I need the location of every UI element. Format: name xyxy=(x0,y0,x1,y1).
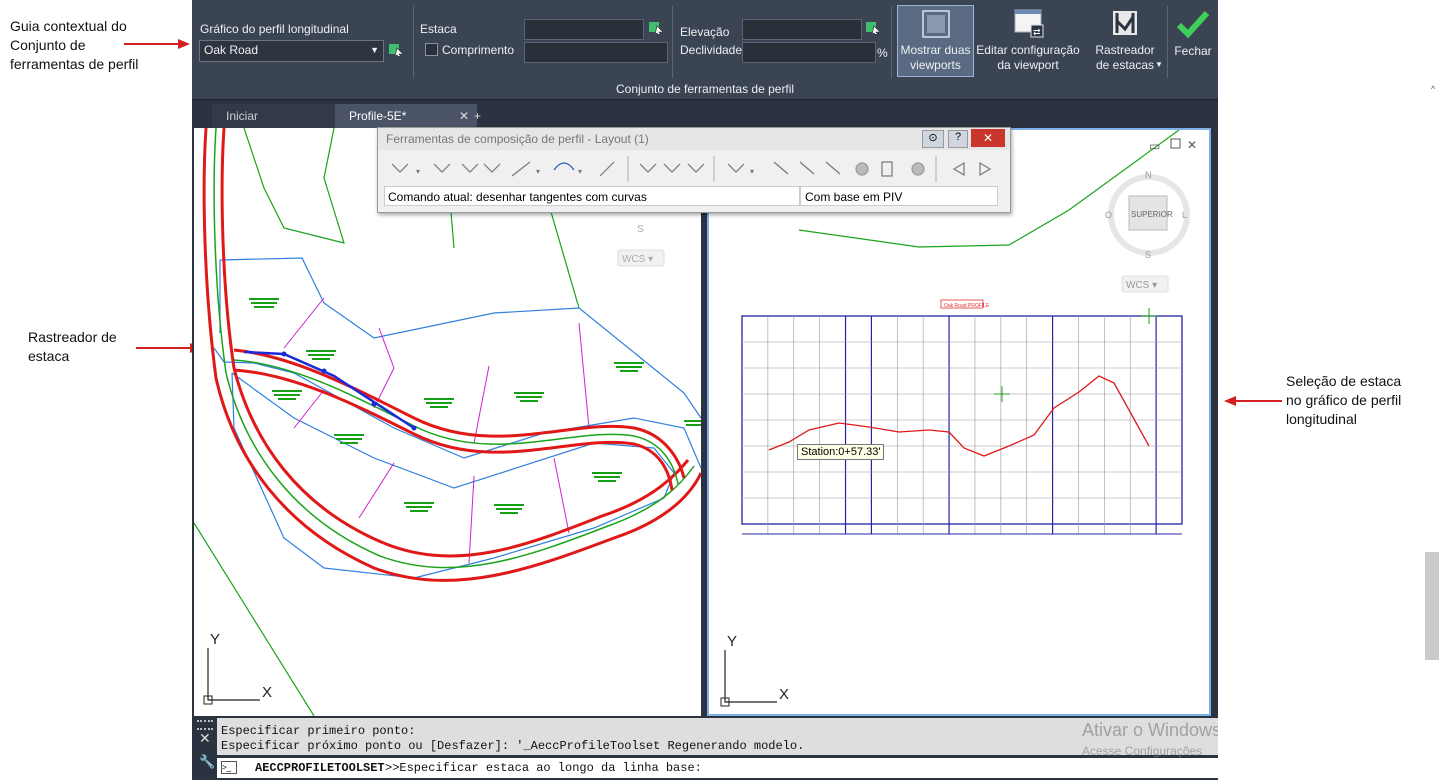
checkmark-icon xyxy=(1176,10,1210,39)
station-input[interactable] xyxy=(524,19,644,40)
chevron-down-icon: ▼ xyxy=(1155,60,1163,69)
station-tooltip: Station:0+57.33' xyxy=(797,444,885,460)
viewcube-s: S xyxy=(1145,250,1151,260)
annotation-station-selection: Seleção de estaca no gráfico de perfil l… xyxy=(1286,373,1402,427)
command-history-line-1: Especificar primeiro ponto: xyxy=(221,724,416,738)
wrench-icon[interactable]: 🔧 xyxy=(199,754,215,770)
viewcube-top: SUPERIOR xyxy=(1131,210,1173,219)
civil3d-window: Gráfico do perfil longitudinal Oak Road … xyxy=(192,0,1218,780)
elevation-label: Elevação xyxy=(680,25,730,39)
profile-grid xyxy=(741,315,1183,535)
ribbon-panel-title: Conjunto de ferramentas de perfil xyxy=(616,82,795,96)
ribbon-separator xyxy=(1167,6,1168,78)
close-toolset-button[interactable]: Fechar xyxy=(1170,5,1216,75)
ribbon-separator xyxy=(413,6,414,78)
profile-layout-tools-window[interactable]: Ferramentas de composição de perfil - La… xyxy=(377,127,1011,213)
profile-viewport[interactable]: ▭ ✕ SUPERIOR N S L O WCS ▾ Oak Road PROF… xyxy=(707,128,1211,716)
percent-label: % xyxy=(877,46,888,60)
svg-text:WCS ▾: WCS ▾ xyxy=(622,254,653,265)
ucs-x-label: X xyxy=(262,684,272,701)
close-cmd-icon[interactable]: ✕ xyxy=(199,730,211,747)
grade-label: Declividade xyxy=(680,43,743,57)
select-profile-icon[interactable] xyxy=(388,42,402,56)
command-prompt: >>Especificar estaca ao longo da linha b… xyxy=(385,761,702,775)
show-two-viewports-button[interactable]: Mostrar duas viewports xyxy=(897,5,974,77)
station-label: Estaca xyxy=(420,22,457,36)
pick-station-icon[interactable] xyxy=(648,20,662,34)
profile-title: Oak Road PROFILE xyxy=(944,303,990,309)
elevation-input[interactable] xyxy=(742,19,862,40)
activate-windows-sub: Acesse Configurações xyxy=(1082,744,1203,758)
command-input[interactable]: >_ AECCPROFILETOOLSET >>Especificar esta… xyxy=(217,758,1218,778)
ribbon-separator xyxy=(891,6,892,78)
minimize-icon: ▭ xyxy=(1149,139,1160,153)
mode-field[interactable]: Com base em PIV xyxy=(800,186,998,206)
ucs-y-label: Y xyxy=(210,631,220,648)
viewport-config-icon: ⇄ xyxy=(1014,9,1044,38)
length-input[interactable] xyxy=(524,42,668,63)
svg-text:X: X xyxy=(779,686,789,703)
toolbar-icons-row: ▾ ▾ ▾ ▾ xyxy=(391,156,992,182)
viewcube-n: N xyxy=(1145,170,1152,180)
file-tabs: Iniciar Profile-5E* ✕ + xyxy=(192,100,1218,128)
close-window-icon[interactable]: ✕ xyxy=(971,129,1005,147)
new-tab-icon[interactable]: + xyxy=(468,104,496,128)
tab-label: Iniciar xyxy=(226,109,259,123)
edit-viewport-config-button[interactable]: ⇄ Editar configuração da viewport xyxy=(974,5,1082,75)
tab-profile-5e[interactable]: Profile-5E* ✕ xyxy=(335,104,477,128)
page-scrollbar[interactable]: ^ xyxy=(1424,0,1440,780)
command-history: Especificar primeiro ponto: Especificar … xyxy=(217,718,1218,755)
show-two-viewports-label: Mostrar duas viewports xyxy=(900,43,971,72)
plan-drawing: WCS ▾ S Y X xyxy=(194,128,701,716)
pick-elevation-icon[interactable] xyxy=(865,20,879,34)
edit-viewport-config-label: Editar configuração da viewport xyxy=(976,43,1080,72)
ribbon-separator xyxy=(672,6,673,78)
svg-text:▾: ▾ xyxy=(416,167,420,176)
scrollbar-thumb[interactable] xyxy=(1425,552,1439,660)
grade-input[interactable] xyxy=(742,42,876,63)
pin-icon[interactable]: ⊙ xyxy=(922,130,944,148)
length-label: Comprimento xyxy=(442,43,515,57)
svg-text:⇄: ⇄ xyxy=(1033,27,1041,37)
close-icon: ✕ xyxy=(1187,138,1197,152)
profile-drawing: ▭ ✕ SUPERIOR N S L O WCS ▾ Oak Road PROF… xyxy=(720,130,1197,707)
tab-iniciar[interactable]: Iniciar xyxy=(212,104,344,128)
tab-label: Profile-5E* xyxy=(349,109,407,123)
command-history-line-2: Especificar próximo ponto ou [Desfazer]:… xyxy=(221,739,805,753)
prompt-icon: >_ xyxy=(221,761,237,774)
active-command: AECCPROFILETOOLSET xyxy=(255,761,385,775)
annotation-arrow-ribbon xyxy=(124,39,190,49)
viewcube-wcs: WCS ▾ xyxy=(1126,280,1157,291)
toolbar-title: Ferramentas de composição de perfil - La… xyxy=(386,132,649,146)
profile-view-combo[interactable]: Oak Road ▼ xyxy=(199,40,384,62)
scroll-up-icon[interactable]: ^ xyxy=(1431,84,1435,94)
profile-view-value: Oak Road xyxy=(204,43,259,57)
svg-text:▾: ▾ xyxy=(750,167,754,176)
station-tracker-label: Rastreador de estacas xyxy=(1095,43,1155,72)
activate-windows-watermark: Ativar o Windows xyxy=(1082,720,1218,740)
svg-text:▾: ▾ xyxy=(536,167,540,176)
station-tracker-button[interactable]: Rastreador de estacas ▼ xyxy=(1085,5,1165,75)
chevron-down-icon: ▼ xyxy=(370,45,379,55)
annotation-station-tracker: Rastreador de estaca xyxy=(28,329,117,364)
help-button[interactable]: ? xyxy=(948,130,968,148)
profile-view-label: Gráfico do perfil longitudinal xyxy=(200,22,349,36)
current-command-field: Comando atual: desenhar tangentes com cu… xyxy=(384,186,800,206)
svg-text:S: S xyxy=(637,224,644,235)
grip-icon[interactable] xyxy=(197,720,213,730)
close-toolset-label: Fechar xyxy=(1174,44,1212,58)
plan-viewport[interactable]: WCS ▾ S Y X xyxy=(194,128,701,716)
viewcube-w: O xyxy=(1105,210,1112,220)
command-line: ✕ 🔧 Especificar primeiro ponto: Especifi… xyxy=(192,716,1218,780)
svg-text:Y: Y xyxy=(727,633,737,650)
length-checkbox[interactable] xyxy=(425,43,438,56)
station-tracker-icon xyxy=(1113,11,1137,35)
svg-text:▾: ▾ xyxy=(578,167,582,176)
toolbar-titlebar[interactable]: Ferramentas de composição de perfil - La… xyxy=(378,128,1010,150)
viewcube-e: L xyxy=(1182,210,1187,220)
ribbon: Gráfico do perfil longitudinal Oak Road … xyxy=(192,0,1218,100)
two-viewports-icon xyxy=(921,10,950,38)
annotation-arrow-selection xyxy=(1224,396,1282,406)
